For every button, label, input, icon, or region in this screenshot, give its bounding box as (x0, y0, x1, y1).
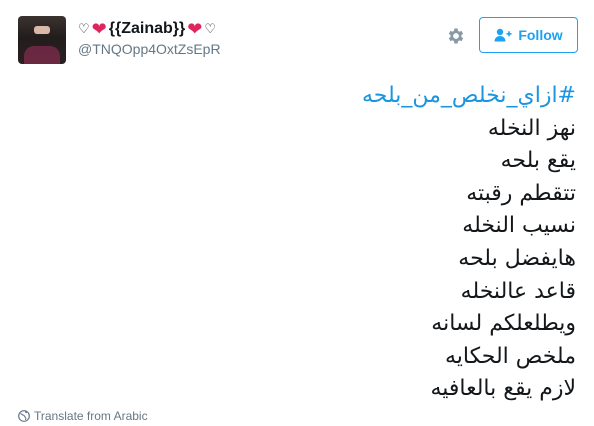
tweet-line: ويطلعلكم لسانه (431, 311, 576, 337)
heart-icon: ❤ (187, 19, 203, 39)
tweet-line: قاعد عالنخله (460, 278, 576, 304)
tweet-line: تتقطم رقبته (466, 180, 576, 206)
avatar-scarf (24, 46, 60, 64)
translate-link[interactable]: Translate from Arabic (18, 409, 148, 423)
follow-button[interactable]: Follow (479, 17, 578, 53)
hashtag-link[interactable]: #ازاي_نخلص_من_بلحه (362, 83, 576, 108)
heart-outline-icon: ♡ (78, 21, 90, 36)
globe-icon (18, 410, 30, 422)
tweet-line: نهز النخله (487, 115, 576, 141)
tweet-line: نسيب النخله (462, 213, 576, 239)
display-name[interactable]: ♡ ❤ {{Zainab}} ❤ ♡ (78, 20, 221, 38)
tweet-text: #ازاي_نخلص_من_بلحه نهز النخله يقع بلحه ت… (16, 80, 576, 406)
tweet-line: يقع بلحه (500, 148, 576, 174)
heart-outline-icon: ♡ (204, 21, 216, 36)
tweet-line: هايفضل بلحه (458, 245, 576, 271)
author-block: ♡ ❤ {{Zainab}} ❤ ♡ @TNQOpp4OxtZsEpR (78, 20, 221, 57)
avatar-face (34, 26, 50, 34)
follow-button-label: Follow (518, 27, 563, 43)
follow-person-icon (494, 28, 512, 42)
display-name-text: {{Zainab}} (108, 20, 186, 37)
screen-name[interactable]: @TNQOpp4OxtZsEpR (78, 41, 221, 57)
translate-label: Translate from Arabic (34, 409, 148, 423)
avatar[interactable] (18, 16, 66, 64)
tweet-line: ملخص الحكايه (444, 343, 576, 369)
tweet-line: لازم يقع بالعافيه (430, 376, 576, 402)
gear-icon[interactable] (446, 26, 466, 46)
heart-icon: ❤ (91, 19, 107, 39)
